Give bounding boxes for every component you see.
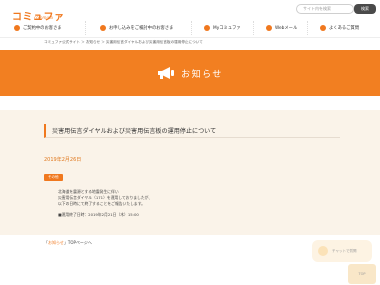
end-date-note: ■運用終了日時：2019年2月21日（木）15:00 [58,212,139,217]
article-body: 北海道を震源とする地震発生に伴い 災害用伝言ダイヤル（171）を運用しておりまし… [44,189,340,207]
page-title: お知らせ [181,69,223,80]
article-title: 災害用伝言ダイヤルおよび災害用伝言板の運用停止について [44,124,340,138]
logo-subtext: commufa [34,15,53,20]
search-placeholder: サイト内を検索 [303,6,331,11]
nav-item-webmail[interactable]: Webメール [254,21,308,35]
document-icon [100,25,106,31]
article-date: 2019年2月26日 [44,157,82,163]
search-input[interactable]: サイト内を検索 [296,4,354,14]
scroll-top-button[interactable]: TOP [348,264,376,284]
scroll-top-label: TOP [358,272,366,276]
chat-label: チャットで質問 [332,248,357,253]
nav-item-my-commufa[interactable]: Myコミュファ [192,21,254,35]
person-icon [14,25,20,31]
nav-item-current-customers[interactable]: ご契約中のお客さま [0,21,86,35]
article: 災害用伝言ダイヤルおよび災害用伝言板の運用停止について 2019年2月26日 そ… [44,124,340,218]
megaphone-icon [158,67,175,79]
article-section: 災害用伝言ダイヤルおよび災害用伝言板の運用停止について 2019年2月26日 そ… [0,110,380,235]
category-badge: その他 [44,174,63,181]
question-icon [320,25,326,31]
body-line: 以下の日時にて終了することをご報告いたします。 [58,201,145,206]
search-button[interactable]: 検索 [354,4,376,14]
nav-divider [0,37,380,38]
chat-icon [318,246,328,256]
back-to-news-link[interactable]: 「お知らせ」TOPページへ [44,240,92,246]
breadcrumb[interactable]: コミュファ公式サイト ＞ お知らせ ＞ 災害用伝言ダイヤルおよび災害用伝言板の運… [44,40,203,45]
site-header: コミュファ commufa サイト内を検索 検索 ご契約中のお客さま お申し込み… [0,0,380,40]
nav-item-prospective-customers[interactable]: お申し込みをご検討中のお客さま [86,21,192,35]
nav-item-label: お申し込みをご検討中のお客さま [109,26,174,31]
page-banner: お知らせ [0,50,380,96]
nav-item-label: Webメール [275,26,298,31]
global-nav: ご契約中のお客さま お申し込みをご検討中のお客さま Myコミュファ Webメール… [0,21,380,35]
back-link-label: お知らせ [48,240,64,245]
back-link-suffix: 」TOPページへ [63,240,92,245]
article-title-text: 災害用伝言ダイヤルおよび災害用伝言板の運用停止について [52,128,217,135]
nav-item-label: ご契約中のお客さま [23,26,62,31]
nav-item-label: よくあるご質問 [329,26,360,31]
nav-item-label: Myコミュファ [213,26,241,31]
search-button-label: 検索 [361,6,369,11]
nav-item-faq[interactable]: よくあるご質問 [308,21,380,35]
chat-button[interactable]: チャットで質問 [312,240,372,262]
mail-icon [266,25,272,31]
heart-icon [204,25,210,31]
